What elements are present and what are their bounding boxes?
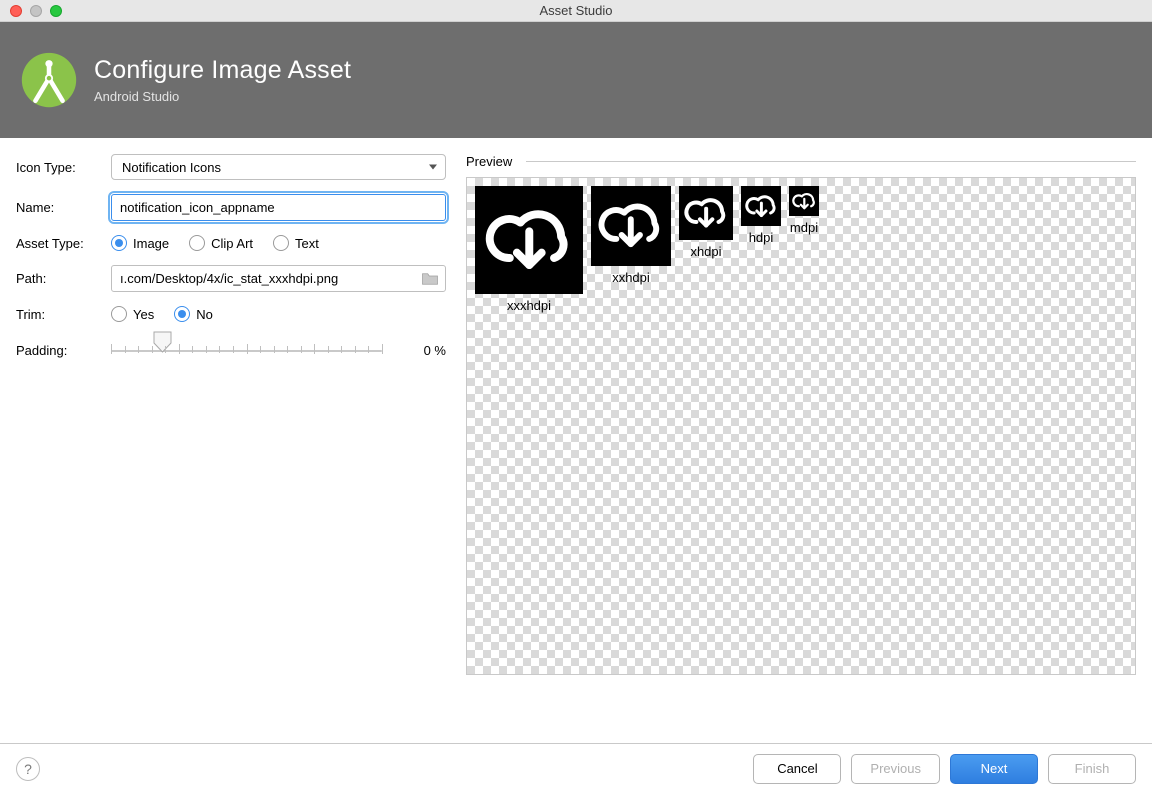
trim-yes-label: Yes [133, 307, 154, 322]
preview-hdpi: hdpi [741, 186, 781, 245]
name-input[interactable] [111, 194, 446, 221]
cloud-download-icon [679, 186, 733, 240]
density-label: xhdpi [690, 244, 721, 259]
cloud-download-icon [789, 186, 819, 216]
wizard-title: Configure Image Asset [94, 56, 351, 85]
trim-radio-group: Yes No [111, 306, 446, 322]
path-input[interactable]: ı.com/Desktop/4x/ic_stat_xxxhdpi.png [120, 271, 415, 286]
icon-type-value: Notification Icons [122, 160, 221, 175]
configure-form: Icon Type: Notification Icons Name: Asse… [16, 154, 446, 743]
wizard-subtitle: Android Studio [94, 89, 351, 104]
next-button[interactable]: Next [950, 754, 1038, 784]
trim-no-label: No [196, 307, 213, 322]
help-button[interactable]: ? [16, 757, 40, 781]
asset-type-text-radio[interactable]: Text [273, 235, 319, 251]
trim-label: Trim: [16, 307, 111, 322]
preview-canvas: xxxhdpi xxhdpi xhdpi hdpi [466, 177, 1136, 675]
asset-type-clipart-radio[interactable]: Clip Art [189, 235, 253, 251]
density-label: xxxhdpi [507, 298, 551, 313]
cancel-button[interactable]: Cancel [753, 754, 841, 784]
slider-thumb[interactable] [153, 331, 172, 353]
titlebar: Asset Studio [0, 0, 1152, 22]
trim-yes-radio[interactable]: Yes [111, 306, 154, 322]
path-label: Path: [16, 271, 111, 286]
density-label: mdpi [790, 220, 818, 235]
finish-button[interactable]: Finish [1048, 754, 1136, 784]
asset-type-radio-group: Image Clip Art Text [111, 235, 446, 251]
padding-slider[interactable] [111, 336, 382, 364]
preview-xxhdpi: xxhdpi [591, 186, 671, 285]
path-input-wrapper: ı.com/Desktop/4x/ic_stat_xxxhdpi.png [111, 265, 446, 292]
density-label: hdpi [749, 230, 774, 245]
cloud-download-icon [741, 186, 781, 226]
cloud-download-icon [475, 186, 583, 294]
preview-title: Preview [466, 154, 512, 169]
preview-xhdpi: xhdpi [679, 186, 733, 259]
asset-type-image-label: Image [133, 236, 169, 251]
asset-type-label: Asset Type: [16, 236, 111, 251]
icon-type-select[interactable]: Notification Icons [111, 154, 446, 180]
wizard-footer: ? Cancel Previous Next Finish [0, 743, 1152, 793]
chevron-down-icon [429, 165, 437, 170]
asset-type-text-label: Text [295, 236, 319, 251]
android-studio-icon [20, 51, 78, 109]
preview-xxxhdpi: xxxhdpi [475, 186, 583, 313]
padding-label: Padding: [16, 343, 111, 358]
density-label: xxhdpi [612, 270, 650, 285]
asset-type-image-radio[interactable]: Image [111, 235, 169, 251]
trim-no-radio[interactable]: No [174, 306, 213, 322]
wizard-header: Configure Image Asset Android Studio [0, 22, 1152, 138]
padding-value: 0 % [406, 343, 446, 358]
window-title: Asset Studio [0, 3, 1152, 18]
icon-type-label: Icon Type: [16, 160, 111, 175]
asset-type-clipart-label: Clip Art [211, 236, 253, 251]
browse-folder-icon[interactable] [421, 272, 439, 286]
name-label: Name: [16, 200, 111, 215]
previous-button[interactable]: Previous [851, 754, 940, 784]
cloud-download-icon [591, 186, 671, 266]
preview-mdpi: mdpi [789, 186, 819, 235]
preview-divider [526, 161, 1136, 162]
